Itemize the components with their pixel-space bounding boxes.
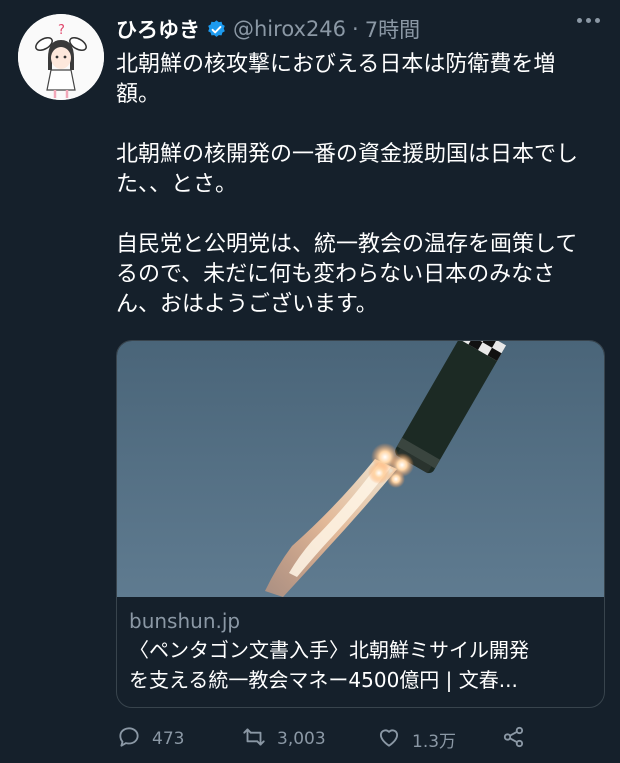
svg-text:?: ? bbox=[58, 23, 65, 38]
text-line: 北朝鮮の核攻撃におびえる日本は防衛費を増 bbox=[116, 52, 556, 77]
more-icon[interactable] bbox=[577, 18, 600, 23]
verified-icon bbox=[206, 19, 227, 40]
like-icon bbox=[376, 724, 402, 755]
card-image bbox=[117, 341, 604, 597]
share-icon bbox=[501, 724, 527, 755]
user-handle[interactable]: @hirox246 bbox=[233, 17, 346, 41]
display-name[interactable]: ひろゆき bbox=[116, 14, 200, 44]
text-line: るので、未だに何も変わらない日本のみなさ bbox=[116, 262, 556, 287]
retweet-count: 3,003 bbox=[277, 729, 326, 749]
tweet-header: ひろゆき @hirox246 · 7時間 bbox=[116, 10, 606, 48]
avatar[interactable]: ? bbox=[18, 14, 104, 100]
text-line: ん、おはようございます。 bbox=[116, 292, 378, 317]
separator-dot: · bbox=[352, 17, 359, 41]
retweet-button[interactable]: 3,003 bbox=[241, 724, 376, 755]
tweet-text: 北朝鮮の核攻撃におびえる日本は防衛費を増 額。 北朝鮮の核開発の一番の資金援助国… bbox=[116, 50, 606, 320]
card-domain: bunshun.jp bbox=[129, 609, 241, 633]
card-info: bunshun.jp 〈ペンタゴン文書入手〉北朝鮮ミサイル開発 を支える統一教会… bbox=[117, 597, 604, 695]
action-bar: 473 3,003 1.3万 bbox=[116, 722, 596, 756]
tweet-content: ひろゆき @hirox246 · 7時間 北朝鮮の核攻撃におびえる日本は防衛費を… bbox=[116, 10, 606, 320]
reply-button[interactable]: 473 bbox=[116, 724, 241, 755]
text-line: 自民党と公明党は、統一教会の温存を画策して bbox=[116, 232, 578, 257]
reply-count: 473 bbox=[152, 729, 185, 749]
card-title-line: を支える統一教会マネー4500億円 | 文春... bbox=[129, 668, 518, 692]
like-button[interactable]: 1.3万 bbox=[376, 724, 501, 755]
card-title-line: 〈ペンタゴン文書入手〉北朝鮮ミサイル開発 bbox=[129, 638, 529, 662]
reply-icon bbox=[116, 724, 142, 755]
timestamp[interactable]: 7時間 bbox=[365, 14, 420, 44]
retweet-icon bbox=[241, 724, 267, 755]
text-line: 額。 bbox=[116, 82, 161, 107]
like-count: 1.3万 bbox=[412, 731, 457, 752]
text-line: 北朝鮮の核開発の一番の資金援助国は日本でし bbox=[116, 142, 579, 167]
text-line: た、、とさ。 bbox=[116, 172, 238, 197]
share-button[interactable] bbox=[501, 724, 527, 755]
tweet: ? ひろゆき @hirox246 · 7時間 北朝鮮の核攻撃におびえる日本は防衛… bbox=[0, 0, 620, 763]
link-card[interactable]: bunshun.jp 〈ペンタゴン文書入手〉北朝鮮ミサイル開発 を支える統一教会… bbox=[116, 340, 605, 708]
